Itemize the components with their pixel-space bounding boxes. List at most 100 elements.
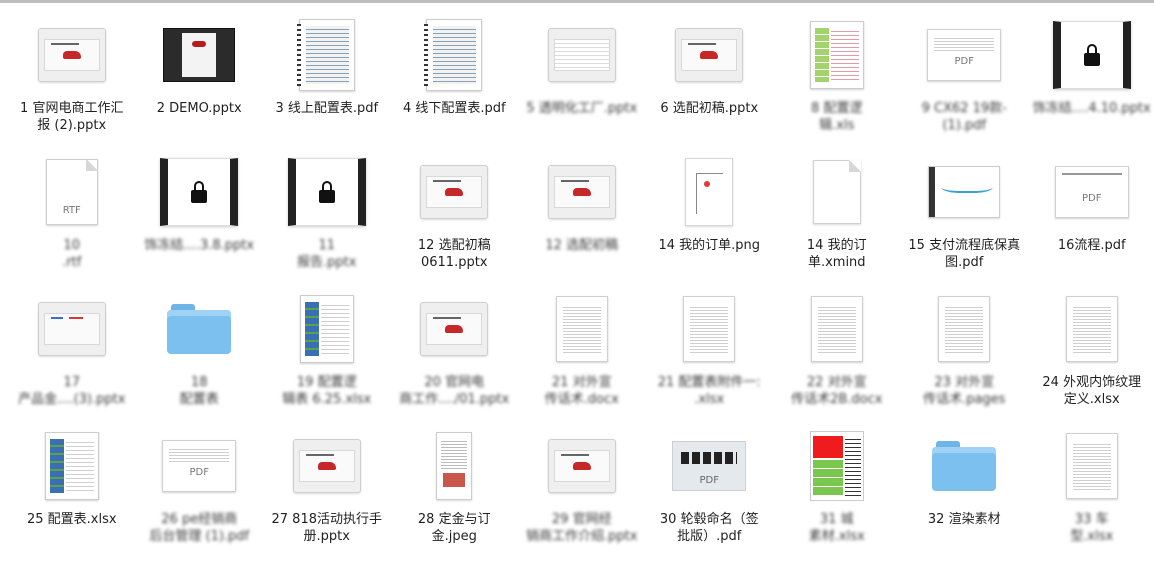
file-item[interactable]: 21 配置表附件一: .xlsx bbox=[646, 280, 774, 417]
file-item[interactable]: 6 选配初稿.pptx bbox=[646, 6, 774, 143]
file-name-line-1: 27 818活动执行手 bbox=[271, 512, 383, 527]
file-thumbnail: PDF bbox=[153, 425, 245, 507]
file-item[interactable]: 3 线上配置表.pdf bbox=[263, 6, 391, 143]
file-name-line-1: 12 选配初稿 bbox=[545, 238, 619, 253]
file-item[interactable]: 12 选配初稿 bbox=[518, 143, 646, 280]
file-item[interactable]: PDF 30 轮毂命名（签 批版）.pdf bbox=[646, 417, 774, 554]
file-item[interactable]: 29 官网经 销商工作介绍.pptx bbox=[518, 417, 646, 554]
file-item[interactable]: 25 配置表.xlsx bbox=[8, 417, 136, 554]
document-icon bbox=[1065, 433, 1118, 499]
file-item[interactable]: PDF 16流程.pdf bbox=[1028, 143, 1154, 280]
file-item[interactable]: 33 车型.xlsx bbox=[1028, 417, 1154, 554]
file-item[interactable]: 27 818活动执行手 册.pptx bbox=[263, 417, 391, 554]
file-name-label: 25 配置表.xlsx bbox=[11, 511, 133, 528]
file-name-label: 18 配置表 bbox=[138, 374, 260, 408]
file-name-line-2: 配置表 bbox=[179, 392, 219, 407]
file-thumbnail bbox=[791, 151, 883, 233]
file-item[interactable]: 饰冻结....3.8.pptx bbox=[136, 143, 264, 280]
presentation-thumbnail-icon bbox=[547, 439, 616, 493]
file-name-line-2: 产品金....(3).pptx bbox=[18, 392, 126, 407]
file-name-label: 11 报告.pptx bbox=[266, 237, 388, 271]
file-item[interactable]: 14 我的订单.png bbox=[646, 143, 774, 280]
file-name-line-1: 21 对外宣 bbox=[551, 375, 612, 390]
file-item[interactable]: 21 对外宣 传话术.docx bbox=[518, 280, 646, 417]
locked-file-icon bbox=[1052, 21, 1131, 89]
file-name-line-2: 素材.xlsx bbox=[808, 529, 865, 544]
lock-icon bbox=[191, 181, 208, 203]
file-name-line-1: 11 bbox=[318, 238, 336, 253]
file-item[interactable]: RTF 10 .rtf bbox=[8, 143, 136, 280]
file-thumbnail bbox=[281, 151, 373, 233]
file-name-label: 9 CX62 19款- (1).pdf bbox=[903, 100, 1025, 134]
presentation-thumbnail-icon bbox=[420, 165, 489, 219]
file-thumbnail bbox=[26, 288, 118, 370]
xmind-file-icon bbox=[812, 160, 861, 224]
file-item[interactable]: 31 城素材.xlsx bbox=[773, 417, 901, 554]
file-item[interactable]: 20 官网电 商工作..../01.pptx bbox=[391, 280, 519, 417]
file-item[interactable]: 18 配置表 bbox=[136, 280, 264, 417]
file-thumbnail bbox=[408, 425, 500, 507]
file-name-line-2: 传话术2B.docx bbox=[791, 392, 883, 407]
file-item[interactable]: 17 产品金....(3).pptx bbox=[8, 280, 136, 417]
file-item[interactable]: 11 报告.pptx bbox=[263, 143, 391, 280]
file-item[interactable]: PDF 26 pe经销商 后台管理 (1).pdf bbox=[136, 417, 264, 554]
file-name-label: 33 车型.xlsx bbox=[1031, 511, 1153, 545]
rtf-document-icon: RTF bbox=[45, 159, 98, 225]
file-item[interactable]: 饰冻结....4.10.pptx bbox=[1028, 6, 1154, 143]
file-item[interactable]: 22 对外宣 传话术2B.docx bbox=[773, 280, 901, 417]
file-name-line-1: 12 选配初稿 bbox=[417, 238, 491, 253]
file-thumbnail: PDF bbox=[663, 425, 755, 507]
file-item[interactable]: 12 选配初稿 0611.pptx bbox=[391, 143, 519, 280]
file-name-line-1: 4 线下配置表.pdf bbox=[402, 101, 506, 116]
pdf-document-icon bbox=[424, 19, 483, 91]
file-name-label: 12 选配初稿 bbox=[521, 237, 643, 254]
pdf-document-icon: PDF bbox=[927, 29, 1002, 81]
file-name-line-1: 16流程.pdf bbox=[1057, 238, 1126, 253]
file-name-line-1: 19 配置逻 bbox=[296, 375, 357, 390]
file-thumbnail bbox=[536, 14, 628, 96]
file-item[interactable]: 1 官网电商工作汇报 (2).pptx bbox=[8, 6, 136, 143]
file-item[interactable]: 5 透明化工厂.pptx bbox=[518, 6, 646, 143]
file-name-line-2: 后台管理 (1).pdf bbox=[149, 529, 250, 544]
file-thumbnail bbox=[153, 14, 245, 96]
file-name-line-1: 32 渲染素材 bbox=[927, 512, 1001, 527]
file-item[interactable]: 2 DEMO.pptx bbox=[136, 6, 264, 143]
file-item[interactable]: 14 我的订 单.xmind bbox=[773, 143, 901, 280]
file-item[interactable]: 4 线下配置表.pdf bbox=[391, 6, 519, 143]
file-item[interactable]: 24 外观内饰纹理 定义.xlsx bbox=[1028, 280, 1154, 417]
file-thumbnail bbox=[918, 151, 1010, 233]
file-item[interactable]: 8 配置逻 辑.xls bbox=[773, 6, 901, 143]
file-name-label: 19 配置逻 辑表 6.25.xlsx bbox=[266, 374, 388, 408]
file-item[interactable]: 15 支付流程底保真 图.pdf bbox=[901, 143, 1029, 280]
presentation-thumbnail-icon bbox=[547, 28, 616, 82]
file-name-line-2: .xlsx bbox=[694, 392, 725, 407]
file-name-label: 饰冻结....4.10.pptx bbox=[1031, 100, 1153, 117]
file-item[interactable]: 32 渲染素材 bbox=[901, 417, 1029, 554]
file-name-label: 14 我的订单.png bbox=[648, 237, 770, 254]
file-name-label: 22 对外宣 传话术2B.docx bbox=[776, 374, 898, 408]
file-item[interactable]: PDF 9 CX62 19款- (1).pdf bbox=[901, 6, 1029, 143]
file-name-line-2: 批版）.pdf bbox=[677, 529, 742, 544]
spreadsheet-icon bbox=[299, 295, 354, 363]
file-item[interactable]: 19 配置逻 辑表 6.25.xlsx bbox=[263, 280, 391, 417]
file-name-label: 5 透明化工厂.pptx bbox=[521, 100, 643, 117]
file-name-label: 27 818活动执行手 册.pptx bbox=[266, 511, 388, 545]
locked-file-icon bbox=[160, 158, 239, 226]
file-item[interactable]: 23 对外宣 传话术.pages bbox=[901, 280, 1029, 417]
document-icon bbox=[938, 296, 991, 362]
file-thumbnail bbox=[281, 288, 373, 370]
file-item[interactable]: 28 定金与订 金.jpeg bbox=[391, 417, 519, 554]
file-name-label: 21 对外宣 传话术.docx bbox=[521, 374, 643, 408]
spreadsheet-icon bbox=[809, 431, 864, 501]
file-name-label: 10 .rtf bbox=[11, 237, 133, 271]
spreadsheet-icon bbox=[44, 432, 99, 500]
file-name-label: 31 城素材.xlsx bbox=[776, 511, 898, 545]
document-icon bbox=[555, 296, 608, 362]
file-name-line-2: 0611.pptx bbox=[420, 255, 488, 270]
file-name-label: 24 外观内饰纹理 定义.xlsx bbox=[1031, 374, 1153, 408]
file-name-line-2: 定义.xlsx bbox=[1063, 392, 1120, 407]
file-thumbnail bbox=[536, 151, 628, 233]
file-name-line-1: 2 DEMO.pptx bbox=[156, 101, 242, 116]
file-name-label: 6 选配初稿.pptx bbox=[648, 100, 770, 117]
file-name-line-1: 5 透明化工厂.pptx bbox=[526, 101, 638, 116]
